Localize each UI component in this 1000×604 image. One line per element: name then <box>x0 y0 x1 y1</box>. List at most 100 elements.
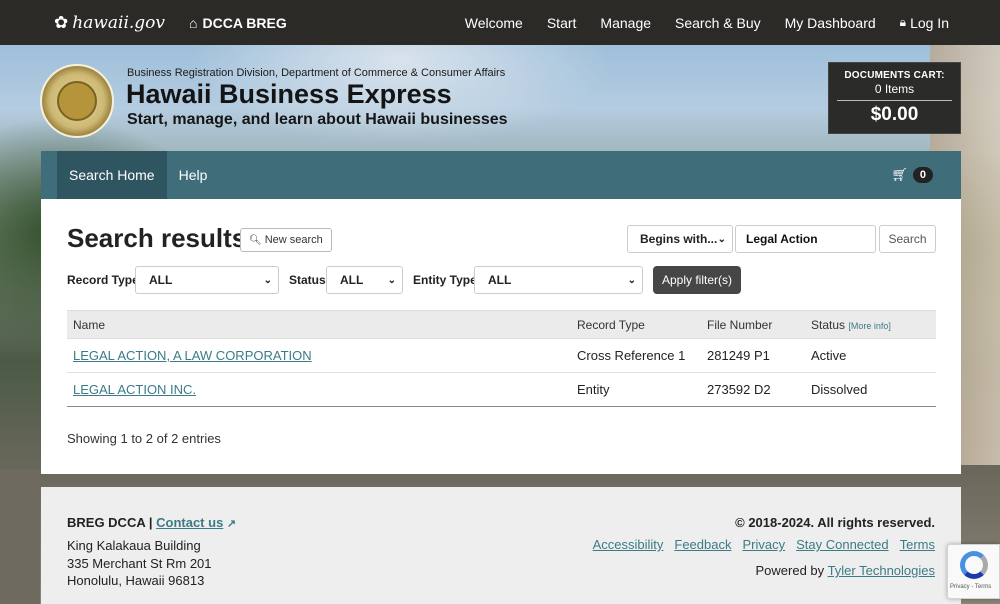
site-title[interactable]: Hawaii Business Express <box>126 79 452 110</box>
footer-link-accessibility[interactable]: Accessibility <box>593 537 664 552</box>
site-tagline: Start, manage, and learn about Hawaii bu… <box>127 111 508 128</box>
page-title: Search results <box>67 223 247 253</box>
footer-address: King Kalakaua Building 335 Merchant St R… <box>67 537 212 590</box>
main-nav: Welcome Start Manage Search & Buy My Das… <box>441 15 949 31</box>
cell-file-number: 273592 D2 <box>701 372 805 407</box>
sub-navbar: Search Home Help 🛒︎ 0 <box>41 151 961 199</box>
external-link-icon: ↗ <box>226 518 237 530</box>
cell-name: LEGAL ACTION INC. <box>67 372 571 407</box>
seal-emblem <box>57 81 97 121</box>
chevron-down-icon: ⌄ <box>263 274 272 286</box>
record-type-label: Record Type <box>67 273 139 287</box>
dcca-breg-home-link[interactable]: ⌂ DCCA BREG <box>189 15 287 31</box>
entity-link[interactable]: LEGAL ACTION, A LAW CORPORATION <box>73 348 312 363</box>
status-value: ALL <box>340 273 364 287</box>
column-header-status[interactable]: Status [More info] <box>805 310 936 339</box>
footer-link-stay-connected[interactable]: Stay Connected <box>796 537 889 552</box>
tyler-technologies-link[interactable]: Tyler Technologies <box>828 563 935 578</box>
copyright: © 2018-2024. All rights reserved. <box>735 515 935 530</box>
recaptcha-text[interactable]: Privacy - Terms <box>950 584 991 590</box>
search-results-panel: Search results 🔍︎ New search Begins with… <box>41 199 961 474</box>
powered-by: Powered by Tyler Technologies <box>756 563 935 578</box>
cart-indicator[interactable]: 🛒︎ 0 <box>891 151 933 199</box>
nav-login[interactable]: 🔒︎ Log In <box>900 15 949 31</box>
cell-record-type: Entity <box>571 372 701 407</box>
hawaii-gov-logo[interactable]: ✿ hawaii.gov <box>54 13 165 33</box>
footer-link-terms[interactable]: Terms <box>900 537 935 552</box>
status-select[interactable]: ALL ⌄ <box>326 266 403 294</box>
address-line: 335 Merchant St Rm 201 <box>67 555 212 571</box>
hibiscus-icon: ✿ <box>54 12 69 32</box>
entries-summary: Showing 1 to 2 of 2 entries <box>67 431 221 446</box>
record-type-select[interactable]: ALL ⌄ <box>135 266 279 294</box>
login-label: Log In <box>910 14 949 31</box>
table-header-row: Name Record Type File Number Status [Mor… <box>67 310 936 339</box>
entity-link[interactable]: LEGAL ACTION INC. <box>73 382 196 397</box>
nav-manage[interactable]: Manage <box>600 15 651 31</box>
cart-divider <box>837 100 952 101</box>
cart-total: $0.00 <box>870 104 919 125</box>
match-mode-select[interactable]: Begins with... ⌄ <box>627 225 733 253</box>
home-icon: ⌂ <box>189 14 198 31</box>
footer-link-privacy[interactable]: Privacy <box>742 537 785 552</box>
column-header-record-type[interactable]: Record Type <box>571 310 701 339</box>
tab-help[interactable]: Help <box>167 151 220 199</box>
nav-start[interactable]: Start <box>547 15 577 31</box>
home-label: DCCA BREG <box>202 14 287 31</box>
tab-search-home[interactable]: Search Home <box>57 151 167 199</box>
apply-filters-button[interactable]: Apply filter(s) <box>653 266 741 294</box>
division-name: Business Registration Division, Departme… <box>127 67 506 79</box>
status-header-label: Status <box>811 317 846 332</box>
nav-welcome[interactable]: Welcome <box>465 15 523 31</box>
results-table: Name Record Type File Number Status [Mor… <box>67 310 936 407</box>
more-info-link[interactable]: [More info] <box>848 321 891 331</box>
column-header-name[interactable]: Name <box>67 310 571 339</box>
nav-my-dashboard[interactable]: My Dashboard <box>785 15 876 31</box>
filter-bar: Record Type ALL ⌄ Status ALL ⌄ Entity Ty… <box>67 266 937 294</box>
site-footer: BREG DCCA | Contact us ↗ King Kalakaua B… <box>41 487 961 604</box>
site-header: Business Registration Division, Departme… <box>0 45 1000 151</box>
chevron-down-icon: ⌄ <box>627 274 636 286</box>
record-type-value: ALL <box>149 273 173 287</box>
entity-type-select[interactable]: ALL ⌄ <box>474 266 643 294</box>
brand-text: hawaii.gov <box>72 12 166 33</box>
table-row: LEGAL ACTION, A LAW CORPORATION Cross Re… <box>67 338 936 373</box>
recaptcha-icon <box>960 551 988 579</box>
footer-org: BREG DCCA | Contact us ↗ <box>67 515 236 530</box>
top-navbar: ✿ hawaii.gov ⌂ DCCA BREG Welcome Start M… <box>0 0 1000 45</box>
address-line: King Kalakaua Building <box>67 538 201 553</box>
chevron-down-icon: ⌄ <box>387 274 396 286</box>
cell-name: LEGAL ACTION, A LAW CORPORATION <box>67 338 571 373</box>
cell-record-type: Cross Reference 1 <box>571 338 701 373</box>
footer-links: Accessibility Feedback Privacy Stay Conn… <box>582 537 935 552</box>
table-row: LEGAL ACTION INC. Entity 273592 D2 Disso… <box>67 372 936 407</box>
state-seal-logo <box>40 64 114 138</box>
address-line: Honolulu, Hawaii 96813 <box>67 573 205 588</box>
recaptcha-badge[interactable]: Privacy - Terms <box>947 544 1000 599</box>
new-search-label: New search <box>264 234 323 246</box>
cell-status: Dissolved <box>805 372 936 407</box>
status-label: Status <box>289 273 326 287</box>
entity-type-value: ALL <box>488 273 512 287</box>
powered-by-prefix: Powered by <box>755 563 825 578</box>
nav-search-buy[interactable]: Search & Buy <box>675 15 761 31</box>
new-search-button[interactable]: 🔍︎ New search <box>240 228 332 252</box>
footer-link-feedback[interactable]: Feedback <box>674 537 731 552</box>
contact-us-link[interactable]: Contact us <box>156 515 223 530</box>
match-mode-value: Begins with... <box>640 232 718 246</box>
search-input[interactable]: Legal Action <box>735 225 876 253</box>
background-wall <box>0 470 40 604</box>
chevron-down-icon: ⌄ <box>717 233 726 245</box>
cell-status: Active <box>805 338 936 373</box>
documents-cart[interactable]: DOCUMENTS CART: 0 Items $0.00 <box>828 62 961 134</box>
lock-icon: 🔒︎ <box>899 15 907 29</box>
search-button[interactable]: Search <box>879 225 936 253</box>
search-icon: 🔍︎ <box>249 234 262 246</box>
cart-item-count: 0 Items <box>874 82 915 96</box>
column-header-file-number[interactable]: File Number <box>701 310 805 339</box>
entity-type-label: Entity Type <box>413 273 477 287</box>
cart-label: DOCUMENTS CART: <box>844 70 945 81</box>
cart-count-badge: 0 <box>912 167 933 183</box>
cell-file-number: 281249 P1 <box>701 338 805 373</box>
footer-org-name: BREG DCCA | <box>67 515 153 530</box>
